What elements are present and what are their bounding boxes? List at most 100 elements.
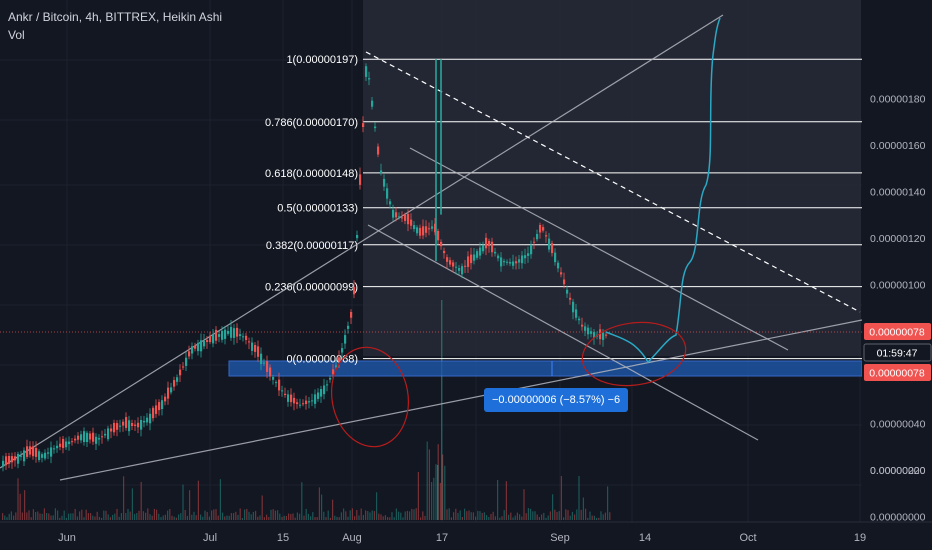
candle-body: [347, 325, 350, 329]
volume-bar: [510, 512, 512, 520]
candle-body: [569, 297, 572, 300]
candle-body: [68, 441, 71, 445]
volume-bar: [373, 511, 375, 520]
volume-bar: [112, 515, 114, 520]
candle-body: [59, 443, 62, 447]
candle-body: [407, 213, 410, 225]
candle-body: [14, 456, 17, 461]
volume-bar: [479, 511, 481, 520]
volume-bar: [598, 517, 600, 520]
volume-bar: [158, 513, 160, 520]
volume-bar: [380, 514, 382, 520]
price-axis[interactable]: 0.000002000.000001800.000001600.00000140…: [862, 0, 932, 523]
volume-bar: [206, 511, 208, 520]
time-axis-label: 15: [277, 532, 289, 544]
volume-bar: [607, 486, 609, 520]
volume-bar: [83, 517, 85, 520]
candle-body: [524, 255, 527, 259]
candle-body: [251, 342, 254, 351]
candle-body: [197, 342, 200, 352]
candle-body: [38, 451, 41, 460]
candle-body: [260, 353, 263, 364]
candle-body: [92, 432, 95, 442]
candle-body: [488, 241, 491, 247]
volume-bar: [268, 517, 270, 520]
candle-body: [263, 362, 266, 364]
volume-bar: [362, 514, 364, 520]
volume-bar: [494, 516, 496, 520]
volume-bar: [226, 515, 228, 520]
candle-body: [104, 433, 107, 436]
volume-bar: [281, 516, 283, 520]
volume-bar: [400, 512, 402, 520]
volume-bar: [461, 517, 463, 520]
candle-body: [254, 345, 257, 352]
volume-indicator-label[interactable]: Vol: [8, 28, 25, 42]
volume-bar: [182, 484, 184, 520]
candle-body: [395, 212, 398, 218]
volume-bar: [156, 509, 158, 520]
volume-bar: [50, 515, 52, 520]
volume-bar: [180, 513, 182, 520]
volume-bar: [63, 510, 65, 520]
candle-body: [410, 219, 413, 226]
volume-bar: [26, 512, 28, 520]
candle-body: [287, 394, 290, 402]
candle-body: [152, 407, 155, 419]
candle-body: [548, 238, 551, 250]
time-axis[interactable]: Jun Jul 15 Aug 17 Sep 14 Oct 19: [0, 521, 932, 550]
volume-bar: [167, 510, 169, 520]
volume-bar: [378, 513, 380, 520]
volume-bar: [160, 517, 162, 520]
candle-body: [560, 272, 563, 275]
symbol-title[interactable]: Ankr / Bitcoin, 4h, BITTREX, Heikin Ashi: [8, 10, 222, 24]
volume-bar: [532, 511, 534, 520]
volume-bar: [327, 510, 329, 520]
volume-bar: [475, 516, 477, 520]
volume-bar: [241, 518, 243, 520]
volume-bar: [292, 513, 294, 520]
fib-label-0.5: 0.5(0.00000133): [277, 203, 358, 215]
candle-body: [323, 385, 326, 395]
fib-label-0.786: 0.786(0.00000170): [265, 117, 358, 129]
volume-bar: [41, 513, 43, 520]
volume-bar: [147, 508, 149, 520]
candle-body: [239, 334, 242, 336]
volume-bar: [556, 511, 558, 520]
candle-body: [581, 324, 584, 327]
volume-bar: [329, 517, 331, 520]
candle-body: [350, 312, 353, 318]
volume-bar: [288, 513, 290, 520]
volume-bar: [222, 512, 224, 520]
price-chart[interactable]: 1(0.00000197) 0.786(0.00000170) 0.618(0.00…: [0, 0, 932, 550]
candle-body: [269, 367, 272, 377]
candle-body: [353, 286, 356, 295]
candle-body: [65, 441, 68, 448]
volume-bar: [336, 516, 338, 520]
candle-body: [119, 425, 122, 427]
price-axis-label: 0.00000180: [870, 94, 926, 106]
price-axis-background: [862, 0, 932, 522]
candle-body: [266, 361, 269, 372]
candle-body: [359, 174, 362, 185]
volume-bar: [81, 509, 83, 520]
volume-bar: [490, 514, 492, 520]
volume-bar: [316, 517, 318, 520]
volume-bar: [470, 512, 472, 520]
candle-body: [467, 256, 470, 267]
candle-body: [41, 454, 44, 458]
volume-bar: [545, 517, 547, 520]
volume-bar: [61, 515, 63, 520]
candle-body: [146, 417, 149, 423]
candle-body: [485, 237, 488, 249]
volume-bar: [123, 476, 125, 520]
candle-body: [170, 387, 173, 393]
candle-body: [539, 225, 542, 233]
volume-bar: [409, 511, 411, 520]
price-tag-label: 0.00000078: [869, 368, 925, 380]
volume-bar: [74, 509, 76, 520]
volume-bar: [153, 508, 155, 520]
volume-bar: [263, 517, 265, 520]
candle-body: [155, 405, 158, 414]
candle-body: [491, 241, 494, 253]
